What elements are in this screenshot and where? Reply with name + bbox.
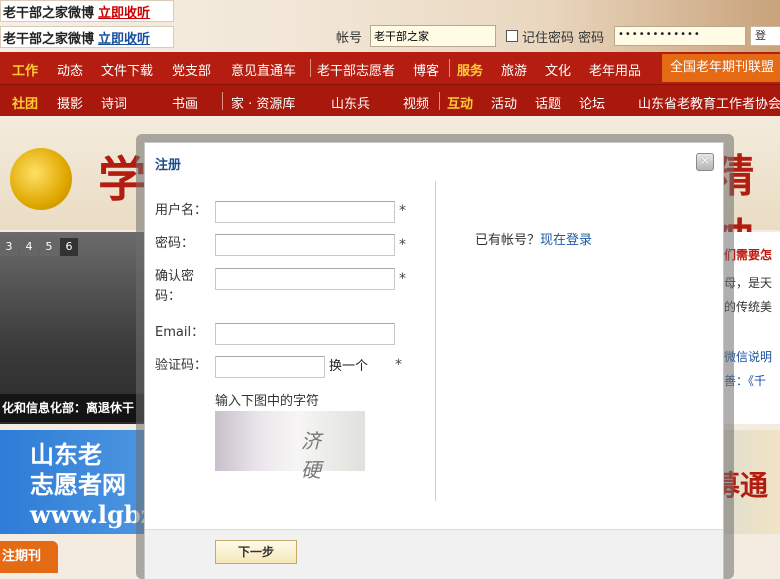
nav-item-shandong-soldiers[interactable]: 山东兵 [331, 93, 370, 112]
nav-item-forum[interactable]: 论坛 [579, 93, 605, 112]
email-label: Email： [155, 325, 205, 340]
account-input[interactable] [370, 25, 497, 47]
email-field[interactable] [215, 323, 395, 345]
captcha-image[interactable]: 济 硬 [215, 411, 365, 482]
slider-caption[interactable]: 化和信息化部：离退休干 [0, 394, 146, 422]
nav-item-photography[interactable]: 摄影 [57, 93, 83, 112]
required-mark: * [399, 237, 406, 253]
weibo-follow-row-2: 老干部之家微博 立即收听 [0, 26, 174, 48]
password-field[interactable] [215, 234, 395, 256]
weibo-name: 老干部之家微博 [3, 5, 95, 21]
follow-now-link[interactable]: 立即收听 [98, 2, 150, 21]
confirm-password-field[interactable] [215, 268, 395, 290]
follow-now-link[interactable]: 立即收听 [98, 28, 150, 47]
login-button[interactable]: 登 [750, 26, 780, 46]
journal-tab[interactable]: 注期刊 [0, 541, 58, 573]
nav-item-elderly-goods[interactable]: 老年用品 [589, 60, 641, 79]
captcha-label: 验证码： [155, 358, 208, 373]
have-account-label: 已有帐号？ [475, 233, 541, 248]
nav-item-services[interactable]: 服务 [457, 60, 483, 79]
dialog-title: 注册 [155, 158, 182, 173]
refresh-captcha-link[interactable]: 换一个 [329, 357, 368, 377]
next-step-button[interactable]: 下一步 [215, 540, 297, 564]
nav-item-culture[interactable]: 文化 [545, 60, 571, 79]
register-dialog: 注册 ✕ 用户名： * 密码： * 确认密码： * Email： 验证码： 换一… [144, 142, 724, 579]
captcha-chars: 济 硬 [301, 429, 331, 482]
required-mark: * [399, 271, 406, 287]
slider-pager: 3 4 5 6 [0, 238, 78, 256]
username-label: 用户名： [155, 203, 208, 218]
account-label: 帐号 [336, 30, 363, 46]
nav-item-downloads[interactable]: 文件下载 [101, 60, 153, 79]
captcha-hint: 输入下图中的字符 [215, 394, 320, 409]
nav-item-party-branch[interactable]: 党支部 [172, 60, 211, 79]
nav-item-video[interactable]: 视频 [403, 93, 429, 112]
confirm-password-label: 确认密码： [155, 269, 195, 304]
login-now-link[interactable]: 现在登录 [540, 233, 592, 248]
slider-page-3[interactable]: 3 [0, 238, 18, 256]
nav-item-poetry[interactable]: 诗词 [101, 93, 127, 112]
dialog-footer: 下一步 [145, 529, 723, 579]
weibo-name: 老干部之家微博 [3, 31, 95, 47]
nav-item-work[interactable]: 工作 [12, 60, 38, 79]
remember-password-checkbox[interactable] [506, 30, 519, 42]
required-mark: * [399, 203, 406, 219]
username-input[interactable] [215, 201, 395, 223]
nav-divider [449, 59, 450, 77]
slider-page-5[interactable]: 5 [40, 238, 58, 256]
party-emblem-icon [10, 148, 72, 210]
nav-item-travel[interactable]: 旅游 [501, 60, 527, 79]
weibo-follow-row-1: 老干部之家微博 立即收听 [0, 0, 174, 22]
nav-item-resource-library[interactable]: 家 · 资源库 [231, 93, 295, 112]
nav-item-news[interactable]: 动态 [57, 60, 83, 79]
slider-page-6[interactable]: 6 [60, 238, 78, 256]
main-nav: 工作 动态 文件下载 党支部 意见直通车 老干部志愿者 博客 服务 旅游 文化 … [0, 52, 780, 84]
nav-item-calligraphy[interactable]: 书画 [172, 93, 198, 112]
password-input[interactable]: •••••••••••• [614, 26, 746, 46]
remember-password-label: 记住密码 密码 [522, 30, 605, 46]
have-account-text: 已有帐号？现在登录 [475, 229, 592, 248]
close-icon[interactable]: ✕ [696, 153, 714, 171]
captcha-input[interactable] [215, 356, 325, 378]
nav-divider [310, 59, 311, 77]
nav-divider [222, 92, 223, 110]
nav-item-activities[interactable]: 活动 [491, 93, 517, 112]
nav-divider [439, 92, 440, 110]
form-divider [435, 181, 436, 501]
secondary-nav: 社团 摄影 诗词 书画 家 · 资源库 山东兵 视频 互动 活动 话题 论坛 山… [0, 84, 780, 116]
nav-item-education-association[interactable]: 山东省老教育工作者协会 [638, 93, 780, 112]
nav-item-clubs[interactable]: 社团 [12, 93, 38, 112]
password-label: 密码： [155, 236, 195, 251]
nav-item-volunteers[interactable]: 老干部志愿者 [317, 60, 395, 79]
nav-item-interaction[interactable]: 互动 [447, 93, 473, 112]
nav-item-blog[interactable]: 博客 [413, 60, 439, 79]
required-mark: * [395, 357, 402, 373]
login-area: 帐号 记住密码 密码 [336, 24, 604, 48]
nav-item-feedback[interactable]: 意见直通车 [231, 60, 296, 79]
slider-page-4[interactable]: 4 [20, 238, 38, 256]
journal-alliance-banner[interactable]: 全国老年期刊联盟 [662, 54, 780, 82]
nav-item-topics[interactable]: 话题 [535, 93, 561, 112]
